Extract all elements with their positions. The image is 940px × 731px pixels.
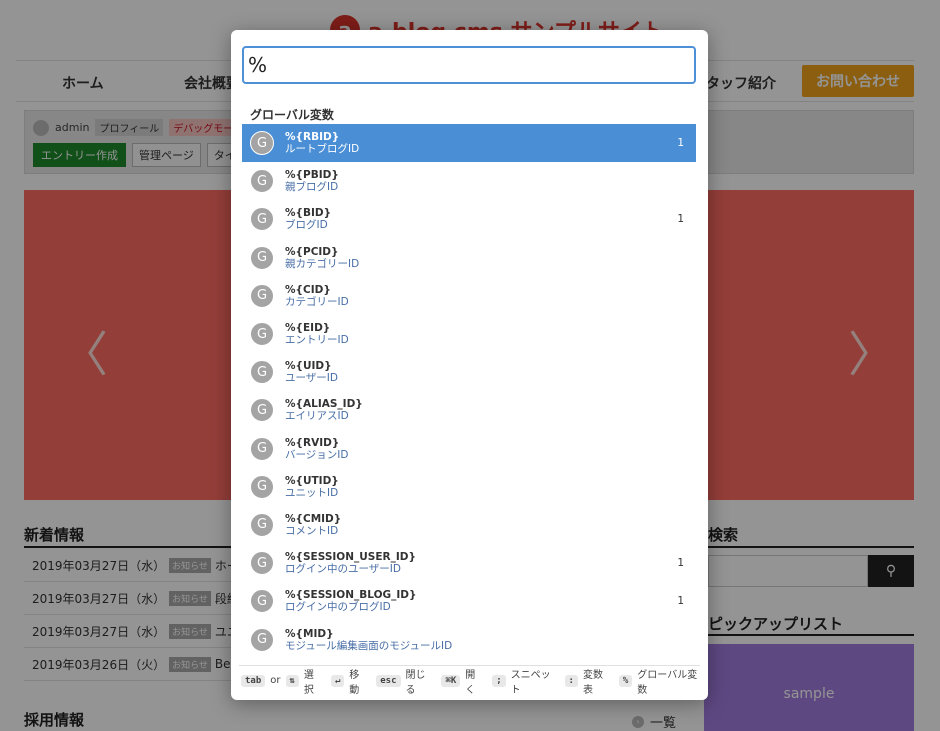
shortcut-hints: tab or ⇅ 選択 ↵ 移動 esc 閉じる ⌘K 開く ; スニペット :… [239, 665, 700, 696]
var-name: %{RVID} [285, 436, 340, 449]
var-desc: エイリアスID [285, 410, 349, 423]
variable-palette-modal: グローバル変数 G %{RBID}ルートブログID 1 G %{PBID}親ブロ… [231, 30, 708, 700]
var-desc: ユーザーID [285, 372, 338, 385]
result-item[interactable]: G %{ALIAS_ID} エイリアスID [242, 391, 696, 429]
palette-search-input[interactable] [242, 46, 696, 84]
result-item[interactable]: G %{CMID} コメントID [242, 506, 696, 544]
var-name: %{SESSION_BLOG_ID} [285, 589, 417, 602]
global-var-icon: G [250, 474, 274, 499]
var-name: %{ALIAS_ID} [285, 398, 363, 411]
tab-key: tab [241, 674, 266, 687]
result-item[interactable]: G %{RVID} バージョンID [242, 430, 696, 468]
result-item[interactable]: G %{UTID} ユニットID [242, 468, 696, 506]
cmd-k-key: ⌘K [441, 674, 461, 687]
var-count: 1 [677, 213, 684, 226]
global-var-icon: G [250, 436, 274, 461]
var-name: %{RBID} [285, 131, 340, 144]
var-desc: カテゴリーID [285, 295, 349, 308]
global-var-icon: G [250, 360, 274, 385]
var-name: %{CMID} [285, 512, 342, 525]
global-var-icon: G [250, 322, 274, 347]
var-name: %{UTID} [285, 474, 339, 487]
result-item[interactable]: G %{EID} エントリーID [242, 315, 696, 353]
global-var-icon: G [250, 512, 274, 537]
var-desc: ログイン中のユーザーID [285, 563, 401, 576]
global-var-icon: G [250, 131, 274, 156]
global-var-icon: G [250, 589, 274, 614]
result-item[interactable]: G %{PBID} 親ブログID [242, 162, 696, 200]
var-desc: ブログID [285, 219, 328, 232]
var-desc: 親ブログID [285, 181, 339, 194]
var-name: %{BID} [285, 207, 332, 220]
var-desc: ルートブログID [285, 143, 360, 156]
result-item[interactable]: G %{MID} モジュール編集画面のモジュールID [242, 620, 696, 658]
select-hint: 選択 [303, 669, 314, 696]
global-var-icon: G [250, 551, 274, 576]
global-var-icon: G [250, 207, 274, 232]
global-var-icon: G [250, 283, 274, 308]
global-var-icon: G [250, 169, 274, 194]
semicolon-key: ; [492, 674, 506, 687]
global-var-icon: G [250, 627, 274, 652]
result-item[interactable]: G %{CID} カテゴリーID [242, 277, 696, 315]
var-count: 1 [677, 137, 684, 149]
var-table-hint: 変数表 [582, 669, 603, 696]
var-name: %{UID} [285, 360, 332, 373]
enter-key-icon: ↵ [330, 674, 345, 687]
result-item[interactable]: G %{SESSION_USER_ID} ログイン中のユーザーID 1 [242, 544, 696, 582]
var-name: %{EID} [285, 322, 331, 335]
var-desc: ログイン中のブログID [285, 601, 391, 614]
var-count: 1 [677, 557, 684, 570]
var-desc: コメントID [285, 524, 339, 537]
var-name: %{SESSION_USER_ID} [285, 551, 416, 564]
var-name: %{PCID} [285, 245, 339, 258]
esc-key: esc [376, 674, 401, 687]
group-label: グローバル変数 [250, 108, 334, 122]
result-item[interactable]: G %{BID} ブログID 1 [242, 200, 696, 238]
open-hint: 開く [465, 669, 476, 696]
results-list: G %{RBID} ルートブログID 1 G %{PBID} 親ブログID G %{… [242, 124, 696, 659]
var-desc: ユニットID [285, 486, 339, 499]
var-name: %{CID} [285, 283, 331, 296]
var-name: %{MID} [285, 627, 334, 640]
var-name: %{PBID} [285, 169, 339, 182]
result-item[interactable]: G %{PCID} 親カテゴリーID [242, 239, 696, 277]
var-count: 1 [677, 595, 684, 608]
move-hint: 移動 [349, 669, 360, 696]
global-var-hint: グローバル変数 [637, 669, 698, 696]
result-item[interactable]: G %{SESSION_BLOG_ID} ログイン中のブログID 1 [242, 582, 696, 620]
snippet-hint: スニペット [510, 669, 551, 696]
colon-key: : [564, 674, 578, 687]
result-item[interactable]: G %{RBID} ルートブログID 1 [242, 124, 696, 163]
global-var-icon: G [250, 398, 274, 423]
or-label: or [270, 675, 281, 686]
var-desc: エントリーID [285, 334, 349, 347]
var-desc: 親カテゴリーID [285, 257, 360, 270]
percent-key: % [618, 674, 633, 687]
close-hint: 閉じる [405, 669, 426, 696]
var-desc: バージョンID [285, 448, 349, 461]
var-desc: モジュール編集画面のモジュールID [285, 639, 453, 652]
global-var-icon: G [250, 245, 274, 270]
up-down-key-icon: ⇅ [285, 674, 299, 687]
result-item[interactable]: G %{UID} ユーザーID [242, 353, 696, 391]
